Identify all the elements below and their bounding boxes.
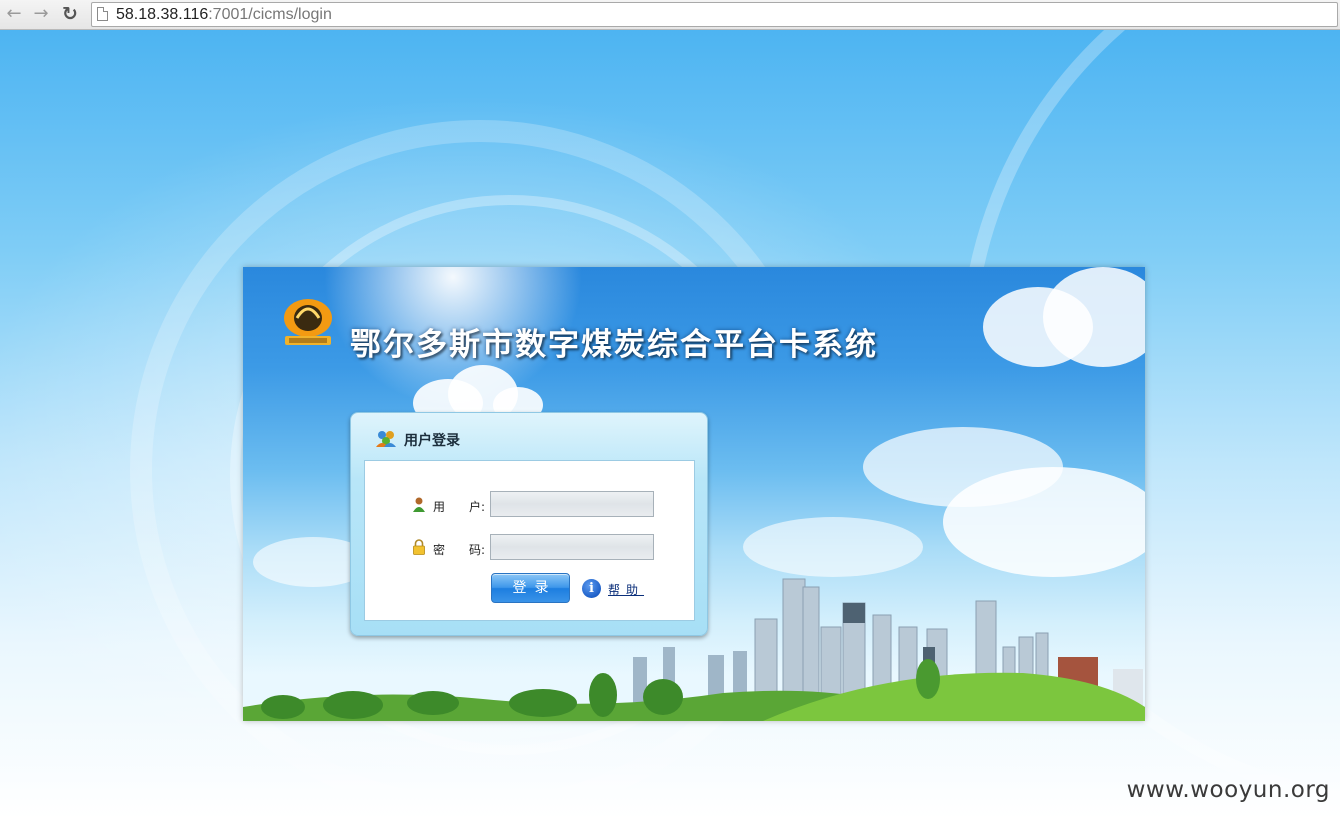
login-title: 用户登录 <box>404 433 460 449</box>
watermark: www.wooyun.org <box>1126 777 1330 803</box>
url-host: 58.18.38.116 <box>116 6 209 23</box>
login-form-container: 用户登录 用 户: 密 码: 登录 i 帮助 <box>350 412 708 636</box>
url-path: :7001/cicms/login <box>208 6 332 23</box>
address-bar[interactable]: 58.18.38.116:7001/cicms/login <box>91 2 1338 27</box>
back-arrow-icon[interactable]: ← <box>3 3 25 25</box>
login-banner: 鄂尔多斯市数字煤炭综合平台卡系统 用户登录 用 户: 密 码: 登录 i 帮助 <box>243 267 1145 721</box>
password-label-suffix: 码: <box>469 543 486 557</box>
username-label: 用 <box>433 500 446 514</box>
login-panel: 用 户: 密 码: 登录 i 帮助 <box>364 460 695 621</box>
help-link[interactable]: 帮助 <box>608 581 644 598</box>
password-label: 密 <box>433 543 446 557</box>
users-icon <box>376 431 396 447</box>
reload-icon[interactable]: ↻ <box>59 3 81 25</box>
page-icon <box>97 7 108 21</box>
login-button[interactable]: 登录 <box>491 573 570 603</box>
username-row: 用 户: <box>365 491 696 517</box>
forward-arrow-icon[interactable]: → <box>30 3 52 25</box>
password-input[interactable] <box>490 534 654 560</box>
user-icon <box>413 497 425 512</box>
url-text[interactable]: 58.18.38.116:7001/cicms/login <box>116 6 332 24</box>
username-input[interactable] <box>490 491 654 517</box>
browser-toolbar: ← → ↻ 58.18.38.116:7001/cicms/login <box>0 0 1340 30</box>
username-label-suffix: 户: <box>469 500 486 514</box>
info-icon[interactable]: i <box>582 579 601 598</box>
password-row: 密 码: <box>365 534 696 560</box>
lock-icon <box>413 539 425 555</box>
login-header: 用户登录 <box>351 413 707 461</box>
